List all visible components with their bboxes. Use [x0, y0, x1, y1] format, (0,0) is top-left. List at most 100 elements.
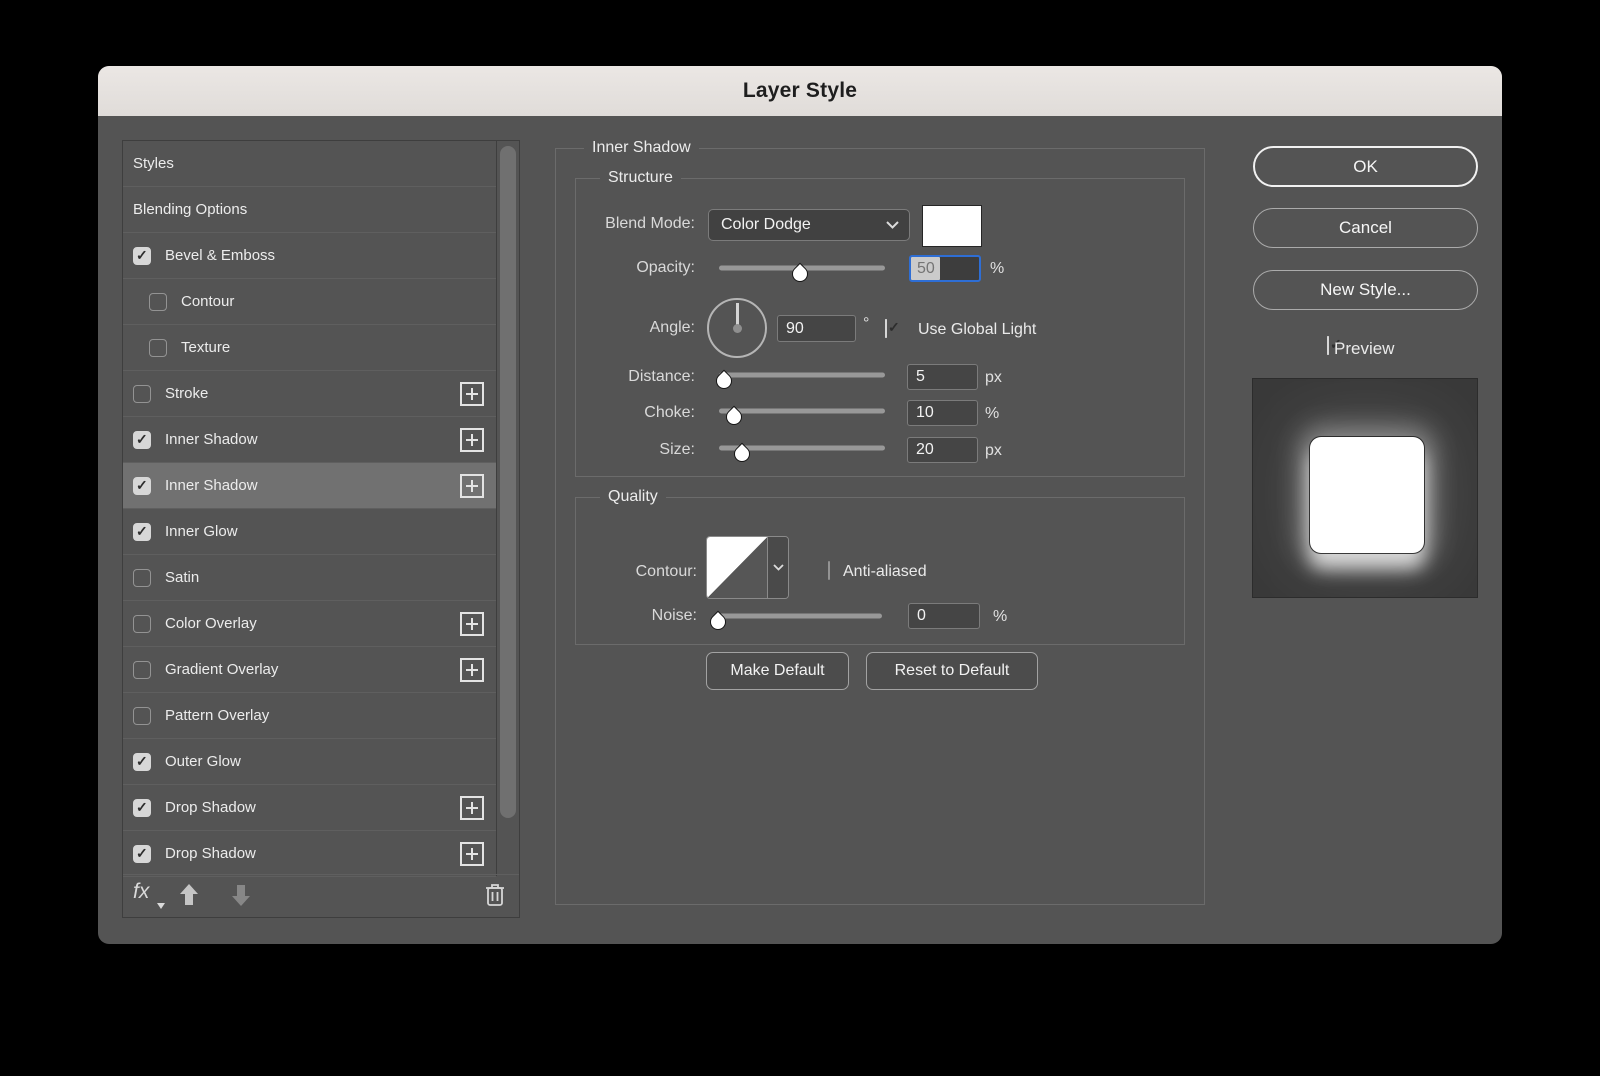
angle-dial[interactable] — [707, 298, 767, 358]
chevron-down-icon — [773, 564, 784, 571]
angle-unit: ° — [863, 315, 869, 333]
sidebar-item-satin[interactable]: Satin — [123, 555, 496, 601]
sidebar-item-bevel-emboss[interactable]: Bevel & Emboss — [123, 233, 496, 279]
choke-value: 10 — [916, 404, 934, 422]
opacity-value: 50 — [911, 257, 940, 280]
distance-unit: px — [985, 369, 1002, 387]
inner-glow-checkbox[interactable] — [133, 523, 151, 541]
sidebar-item-inner-shadow-2[interactable]: Inner Shadow — [123, 463, 496, 509]
blend-mode-label: Blend Mode: — [605, 215, 695, 233]
preview-thumbnail — [1252, 378, 1478, 598]
choke-input[interactable]: 10 — [907, 400, 978, 426]
contour-picker[interactable] — [706, 536, 789, 599]
texture-checkbox[interactable] — [149, 339, 167, 357]
reset-to-default-button[interactable]: Reset to Default — [866, 652, 1038, 690]
distance-input[interactable]: 5 — [907, 364, 978, 390]
drop-shadow-1-checkbox[interactable] — [133, 799, 151, 817]
opacity-input[interactable]: 50 — [909, 255, 981, 282]
add-gradient-overlay-button[interactable] — [460, 658, 484, 682]
cancel-button[interactable]: Cancel — [1253, 208, 1478, 248]
structure-legend: Structure — [600, 169, 681, 187]
noise-slider[interactable] — [718, 614, 882, 619]
size-input[interactable]: 20 — [907, 437, 978, 463]
sidebar-scrollbar[interactable] — [496, 141, 520, 876]
size-value: 20 — [916, 441, 934, 459]
ok-button[interactable]: OK — [1253, 146, 1478, 187]
distance-slider[interactable] — [719, 373, 885, 378]
fx-menu-button[interactable]: fx — [133, 880, 149, 904]
pattern-overlay-checkbox[interactable] — [133, 707, 151, 725]
dialog-titlebar[interactable]: Layer Style — [98, 66, 1502, 116]
add-drop-shadow-button[interactable] — [460, 796, 484, 820]
sidebar-item-pattern-overlay[interactable]: Pattern Overlay — [123, 693, 496, 739]
stroke-checkbox[interactable] — [133, 385, 151, 403]
move-effect-down-button[interactable] — [227, 881, 255, 909]
gradient-overlay-checkbox[interactable] — [133, 661, 151, 679]
noise-unit: % — [993, 608, 1007, 626]
blend-mode-value: Color Dodge — [721, 216, 811, 234]
satin-checkbox[interactable] — [133, 569, 151, 587]
sidebar-item-drop-shadow-1[interactable]: Drop Shadow — [123, 785, 496, 831]
sidebar-toolbar: fx — [123, 874, 519, 917]
contour-thumbnail[interactable] — [707, 537, 767, 598]
sidebar-item-color-overlay[interactable]: Color Overlay — [123, 601, 496, 647]
sidebar-item-styles[interactable]: Styles — [123, 141, 496, 187]
noise-input[interactable]: 0 — [908, 603, 980, 629]
size-unit: px — [985, 442, 1002, 460]
delete-effect-button[interactable] — [483, 882, 507, 908]
contour-dropdown-strip[interactable] — [767, 537, 788, 598]
quality-legend: Quality — [600, 488, 666, 506]
add-stroke-button[interactable] — [460, 382, 484, 406]
distance-label: Distance: — [628, 368, 695, 386]
panel-legend: Inner Shadow — [584, 139, 699, 157]
preview-label: Preview — [1334, 339, 1394, 359]
choke-unit: % — [985, 405, 999, 423]
sidebar-item-inner-glow[interactable]: Inner Glow — [123, 509, 496, 555]
anti-aliased-label: Anti-aliased — [843, 563, 927, 581]
color-overlay-checkbox[interactable] — [133, 615, 151, 633]
bevel-emboss-checkbox[interactable] — [133, 247, 151, 265]
sidebar-item-outer-glow[interactable]: Outer Glow — [123, 739, 496, 785]
sidebar-item-blending-options[interactable]: Blending Options — [123, 187, 496, 233]
fx-caret-icon — [157, 903, 165, 909]
make-default-button[interactable]: Make Default — [706, 652, 849, 690]
preview-glow-square — [1310, 437, 1424, 553]
choke-slider[interactable] — [719, 409, 885, 414]
drop-shadow-2-checkbox[interactable] — [133, 845, 151, 863]
shadow-color-swatch[interactable] — [922, 205, 982, 247]
add-drop-shadow-button[interactable] — [460, 842, 484, 866]
choke-label: Choke: — [644, 404, 695, 422]
add-inner-shadow-button[interactable] — [460, 474, 484, 498]
add-inner-shadow-button[interactable] — [460, 428, 484, 452]
inner-shadow-2-checkbox[interactable] — [133, 477, 151, 495]
noise-label: Noise: — [652, 607, 697, 625]
blend-mode-select[interactable]: Color Dodge — [708, 209, 910, 241]
inner-shadow-1-checkbox[interactable] — [133, 431, 151, 449]
sidebar-item-inner-shadow-1[interactable]: Inner Shadow — [123, 417, 496, 463]
dialog-title: Layer Style — [743, 79, 857, 103]
outer-glow-checkbox[interactable] — [133, 753, 151, 771]
angle-input[interactable]: 90 — [777, 315, 856, 342]
sidebar-item-gradient-overlay[interactable]: Gradient Overlay — [123, 647, 496, 693]
layer-style-dialog: Layer Style Styles Blending Options Beve… — [98, 66, 1502, 944]
sidebar-item-stroke[interactable]: Stroke — [123, 371, 496, 417]
opacity-unit: % — [990, 260, 1004, 278]
sidebar-item-texture[interactable]: Texture — [123, 325, 496, 371]
new-style-button[interactable]: New Style... — [1253, 270, 1478, 310]
angle-value: 90 — [786, 320, 804, 338]
angle-label: Angle: — [650, 319, 695, 337]
noise-value: 0 — [917, 607, 926, 625]
add-color-overlay-button[interactable] — [460, 612, 484, 636]
sidebar-item-contour[interactable]: Contour — [123, 279, 496, 325]
styles-sidebar: Styles Blending Options Bevel & Emboss C… — [122, 140, 520, 918]
anti-aliased-checkbox[interactable] — [828, 561, 830, 580]
distance-value: 5 — [916, 368, 925, 386]
chevron-down-icon — [886, 221, 899, 229]
preview-checkbox[interactable] — [1327, 336, 1329, 355]
use-global-light-checkbox[interactable] — [885, 319, 887, 338]
scrollbar-thumb[interactable] — [500, 146, 516, 818]
move-effect-up-button[interactable] — [175, 881, 203, 909]
sidebar-item-drop-shadow-2[interactable]: Drop Shadow — [123, 831, 496, 877]
effects-list: Styles Blending Options Bevel & Emboss C… — [123, 141, 496, 877]
contour-checkbox[interactable] — [149, 293, 167, 311]
